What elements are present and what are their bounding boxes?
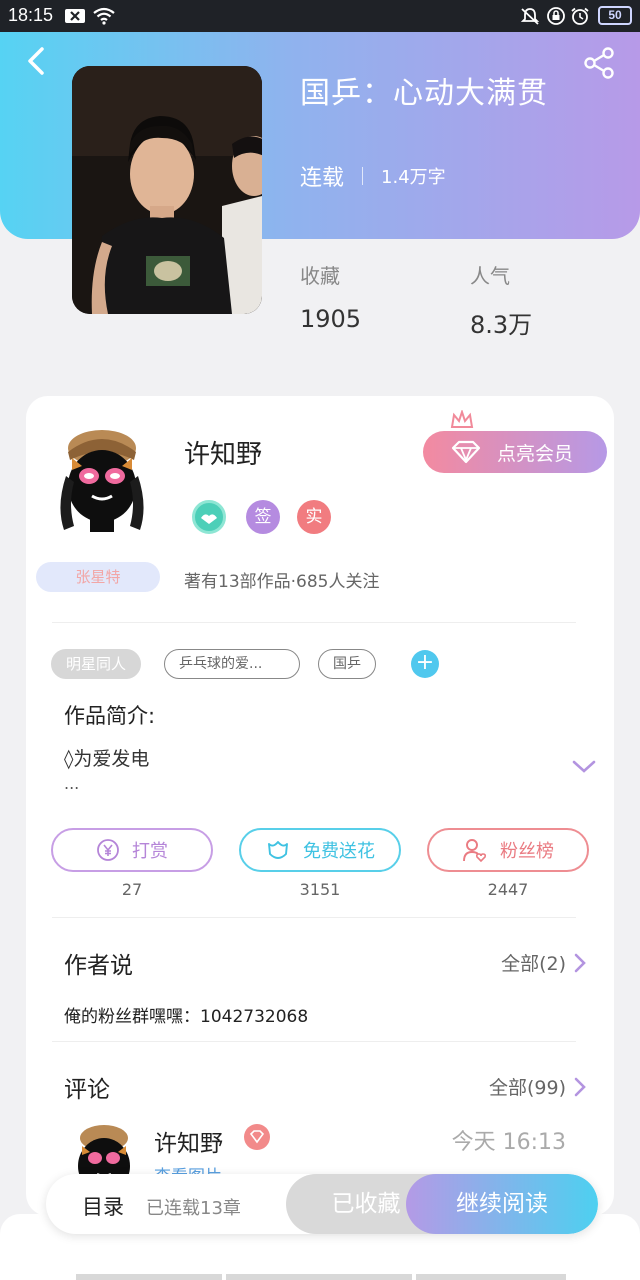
bottom-divider	[226, 1274, 412, 1280]
flower-count: 3151	[299, 880, 341, 899]
book-status: 连载	[300, 166, 345, 191]
table-of-contents-button[interactable]: 目录	[82, 1191, 124, 1221]
chevron-right-icon	[574, 953, 586, 972]
flower-icon	[268, 841, 288, 859]
back-arrow-icon[interactable]	[20, 44, 54, 78]
author-says-all-link[interactable]: 全部(2)	[501, 949, 586, 976]
fan-group-label: 张星特	[36, 562, 160, 592]
book-title: 国乒：心动大满贯	[300, 77, 548, 110]
author-stats: 著有13部作品·685人关注	[184, 572, 380, 592]
intro-text: ◊为爱发电	[64, 748, 150, 770]
comments-all-link[interactable]: 全部(99)	[489, 1073, 586, 1100]
stat-label: 收藏	[300, 264, 340, 288]
divider	[52, 917, 576, 918]
reward-button[interactable]: 打赏	[51, 828, 213, 872]
share-icon[interactable]	[582, 46, 616, 80]
tag-item[interactable]: 明星同人	[51, 649, 142, 679]
chevron-right-icon	[574, 1077, 586, 1096]
signed-badge: 签	[246, 500, 280, 534]
send-flower-button[interactable]: 免费送花	[239, 828, 401, 872]
expand-chevron-icon[interactable]	[572, 760, 596, 774]
alarm-icon	[571, 7, 589, 25]
comments-all-label: 全部(99)	[488, 1077, 566, 1099]
vip-diamond-icon	[244, 1124, 270, 1150]
divider	[52, 1041, 576, 1042]
yen-coin-icon	[97, 839, 119, 861]
book-meta: 连载 1.4万字	[300, 160, 446, 192]
fan-ranking-label: 粉丝榜	[500, 841, 554, 862]
status-bar: 18:15 50	[0, 0, 640, 32]
fan-count: 2447	[487, 880, 529, 899]
chapters-count[interactable]: 已连载13章	[146, 1194, 241, 1220]
notification-x-icon	[65, 9, 85, 23]
book-word-count: 1.4万字	[381, 167, 446, 188]
continue-reading-button[interactable]: 继续阅读	[406, 1174, 598, 1234]
comment-timestamp: 今天 16:13	[451, 1130, 566, 1155]
bottom-action-bar: 目录 已连载13章 已收藏 继续阅读	[46, 1174, 598, 1234]
author-says-all-label: 全部(2)	[501, 953, 566, 975]
tag-item[interactable]: 乒乓球的爱...	[164, 649, 300, 679]
stat-favorites: 收藏 1905	[300, 260, 361, 333]
book-detail-card: 许知野 点亮会员 签 实 张星特 著有13部作品·685人关注 明星同人 乒乓球…	[26, 396, 614, 1216]
reward-label: 打赏	[132, 841, 168, 862]
author-name[interactable]: 许知野	[184, 434, 262, 471]
stat-popularity: 人气 8.3万	[470, 260, 532, 340]
author-says-title: 作者说	[64, 953, 133, 979]
user-heart-icon	[463, 839, 487, 863]
add-tag-button[interactable]: +	[411, 650, 439, 678]
wifi-icon	[93, 7, 115, 25]
divider	[52, 622, 576, 623]
book-cover-image[interactable]	[72, 66, 262, 314]
vip-button-label: 点亮会员	[497, 442, 574, 465]
author-avatar[interactable]	[46, 426, 158, 538]
comments-title: 评论	[64, 1077, 110, 1103]
tag-item[interactable]: 国乒	[318, 649, 376, 679]
real-name-badge: 实	[297, 500, 331, 534]
lock-rotation-icon	[547, 7, 565, 25]
fan-ranking-button[interactable]: 粉丝榜	[427, 828, 589, 872]
crown-icon	[450, 410, 474, 428]
commenter-name[interactable]: 许知野	[154, 1124, 223, 1158]
status-time: 18:15	[8, 5, 54, 25]
mute-bell-icon	[520, 8, 540, 25]
battery-indicator: 50	[598, 6, 632, 25]
send-flower-label: 免费送花	[303, 841, 375, 862]
stat-value: 8.3万	[470, 311, 533, 339]
verified-author-icon	[192, 500, 226, 534]
author-says-text: 俺的粉丝群嘿嘿：1042732068	[64, 1007, 309, 1027]
stat-label: 人气	[470, 264, 510, 288]
bottom-divider	[76, 1274, 222, 1280]
diamond-icon	[451, 440, 481, 464]
reward-count: 27	[121, 880, 143, 899]
bottom-divider	[416, 1274, 566, 1280]
activate-vip-button[interactable]: 点亮会员	[423, 431, 607, 473]
stat-value: 1905	[300, 305, 362, 333]
meta-divider	[362, 167, 364, 185]
intro-ellipsis: ...	[64, 774, 80, 793]
intro-heading: 作品简介:	[64, 704, 156, 728]
